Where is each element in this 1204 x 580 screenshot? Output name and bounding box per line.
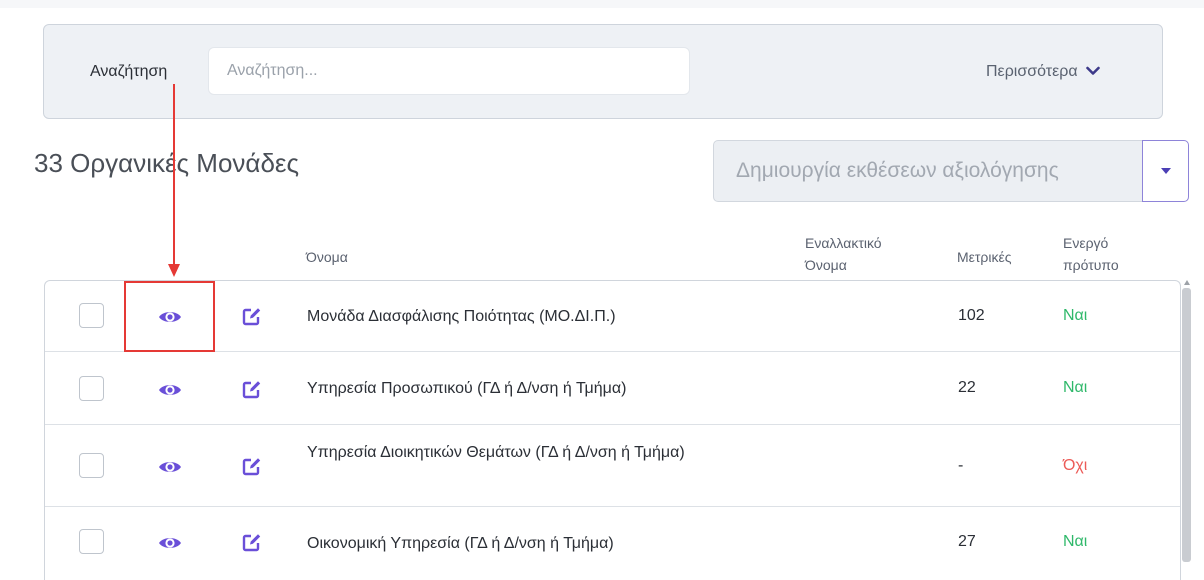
edit-icon[interactable] <box>241 305 263 327</box>
search-input[interactable] <box>208 47 690 95</box>
row-metrics: 27 <box>958 533 976 550</box>
scroll-up-arrow[interactable] <box>1184 280 1190 285</box>
row-metrics: 22 <box>958 379 976 396</box>
row-metrics: - <box>958 457 964 474</box>
table-row: Μονάδα Διασφάλισης Ποιότητας (ΜΟ.ΔΙ.Π.) … <box>45 281 1180 352</box>
row-name: Μονάδα Διασφάλισης Ποιότητας (ΜΟ.ΔΙ.Π.) <box>307 308 616 325</box>
top-strip <box>0 0 1204 8</box>
table-row: Υπηρεσία Προσωπικού (ΓΔ ή Δ/νση ή Τμήμα)… <box>45 352 1180 425</box>
annotation-highlight-box <box>124 281 215 352</box>
eye-icon[interactable] <box>157 532 183 554</box>
chevron-down-icon <box>1085 63 1100 81</box>
row-active-template: Ναι <box>1063 379 1088 396</box>
column-header-metrics[interactable]: Μετρικές <box>957 246 1012 268</box>
row-checkbox[interactable] <box>79 453 104 478</box>
column-header-name[interactable]: Όνομα <box>306 246 348 268</box>
row-active-template: Όχι <box>1063 457 1088 474</box>
row-name: Οικονομική Υπηρεσία (ΓΔ ή Δ/νση ή Τμήμα) <box>307 535 614 552</box>
search-panel: Αναζήτηση Περισσότερα <box>43 24 1163 119</box>
more-filters-label: Περισσότερα <box>986 63 1078 80</box>
caret-down-icon <box>1160 162 1172 180</box>
more-filters-toggle[interactable]: Περισσότερα <box>986 63 1100 81</box>
edit-icon[interactable] <box>241 455 263 477</box>
scrollbar-thumb[interactable] <box>1182 288 1191 562</box>
column-header-active-template[interactable]: Ενεργό πρότυπο <box>1063 232 1143 276</box>
row-metrics: 102 <box>958 307 985 324</box>
row-active-template: Ναι <box>1063 307 1088 324</box>
page-title: 33 Οργανικές Μονάδες <box>34 148 300 178</box>
eye-icon[interactable] <box>157 456 183 478</box>
row-name: Υπηρεσία Διοικητικών Θεμάτων (ΓΔ ή Δ/νση… <box>307 444 685 461</box>
edit-icon[interactable] <box>241 531 263 553</box>
row-checkbox[interactable] <box>79 303 104 328</box>
edit-icon[interactable] <box>241 378 263 400</box>
eye-icon[interactable] <box>157 379 183 401</box>
row-name: Υπηρεσία Προσωπικού (ΓΔ ή Δ/νση ή Τμήμα) <box>307 380 627 397</box>
table-row: Οικονομική Υπηρεσία (ΓΔ ή Δ/νση ή Τμήμα)… <box>45 507 1180 580</box>
table-row: Υπηρεσία Διοικητικών Θεμάτων (ΓΔ ή Δ/νση… <box>45 425 1180 507</box>
column-header-alt-name[interactable]: Εναλλακτικό Όνομα <box>805 232 915 276</box>
row-active-template: Ναι <box>1063 533 1088 550</box>
search-label: Αναζήτηση <box>90 63 168 80</box>
row-checkbox[interactable] <box>79 529 104 554</box>
report-dropdown-toggle[interactable] <box>1142 140 1189 202</box>
create-reports-button[interactable]: Δημιουργία εκθέσεων αξιολόγησης <box>713 140 1143 202</box>
row-checkbox[interactable] <box>79 376 104 401</box>
